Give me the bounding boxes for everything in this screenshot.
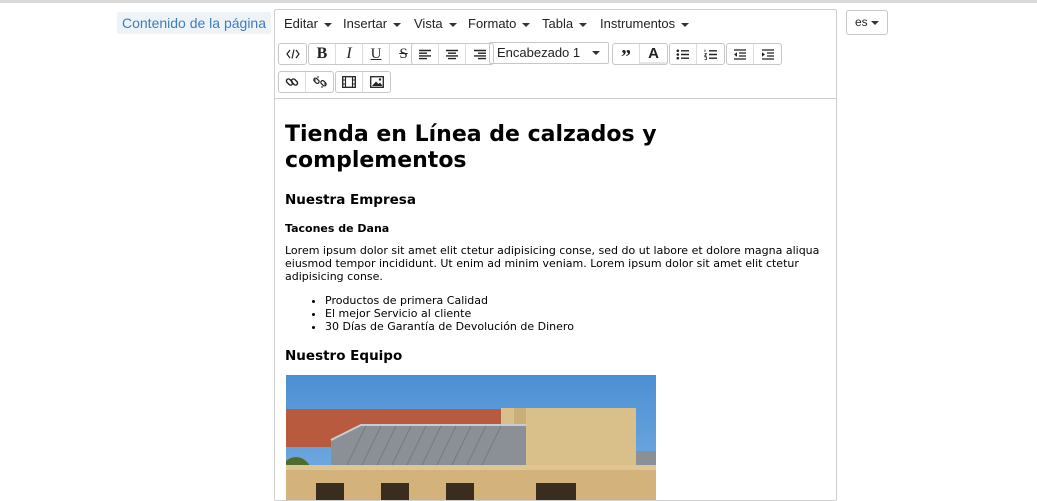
toolbar-group-quote-color: ” A [612,43,668,65]
toolbar-group-link [278,71,334,93]
content-paragraph: Lorem ipsum dolor sit amet elit ctetur a… [285,244,820,283]
outdent-icon[interactable] [727,44,754,64]
bold-icon[interactable]: B [309,44,336,64]
heading-brand: Tacones de Dana [285,222,390,235]
features-list: Productos de primera Calidad El mejor Se… [285,294,574,333]
chevron-down-icon [522,22,531,27]
top-border [0,0,1037,3]
heading-team: Nuestro Equipo [285,348,403,364]
menu-view[interactable]: Vista [414,15,457,33]
chevron-down-icon [592,51,600,55]
chevron-down-icon [579,22,588,27]
editor-toolbar: B I U S Encabezado 1 ” A [275,39,836,97]
underline-icon[interactable]: U [363,44,390,64]
chevron-down-icon [681,22,690,27]
chevron-down-icon [323,22,332,27]
content-title: Tienda en Línea de calzados y complement… [285,122,657,173]
menu-insert[interactable]: Insertar [343,15,402,33]
blockquote-icon[interactable]: ” [613,44,640,64]
link-icon[interactable] [279,72,306,92]
toolbar-group-text-style: B I U S [308,43,418,65]
building-photo-graphic [286,408,656,500]
toolbar-group-media [335,71,391,93]
toolbar-group-align [411,43,494,65]
align-center-icon[interactable] [439,44,466,64]
rich-text-editor: Editar Insertar Vista Formato Tabla Inst… [274,9,837,501]
numbered-list-icon[interactable] [697,44,724,64]
image-icon[interactable] [363,72,390,92]
bullet-list-icon[interactable] [670,44,697,64]
page-content-label: Contenido de la página [117,12,272,34]
toolbar-group-indent [726,43,782,65]
building-photo [286,375,656,500]
list-item: 30 Días de Garantía de Devolución de Din… [325,320,574,333]
chevron-down-icon [393,22,402,27]
editor-menubar: Editar Insertar Vista Formato Tabla Inst… [275,10,836,38]
heading-company: Nuestra Empresa [285,192,416,208]
text-color-icon[interactable]: A [640,44,667,64]
align-left-icon[interactable] [412,44,439,64]
menu-table[interactable]: Tabla [542,15,588,33]
indent-icon[interactable] [754,44,781,64]
list-item: Productos de primera Calidad [325,294,574,307]
list-item: El mejor Servicio al cliente [325,307,574,320]
italic-icon[interactable]: I [336,44,363,64]
menu-format[interactable]: Formato [468,15,531,33]
menu-tools[interactable]: Instrumentos [600,15,690,33]
unlink-icon[interactable] [306,72,333,92]
toolbar-group-code [278,43,307,65]
language-selector[interactable]: es [846,10,888,35]
block-format-select[interactable]: Encabezado 1 [489,42,609,64]
source-code-icon[interactable] [279,44,306,64]
chevron-down-icon [870,20,879,25]
editor-content-area[interactable]: Tienda en Línea de calzados y complement… [275,98,836,500]
media-icon[interactable] [336,72,363,92]
toolbar-group-lists [669,43,725,65]
chevron-down-icon [448,22,457,27]
menu-edit[interactable]: Editar [284,15,332,33]
